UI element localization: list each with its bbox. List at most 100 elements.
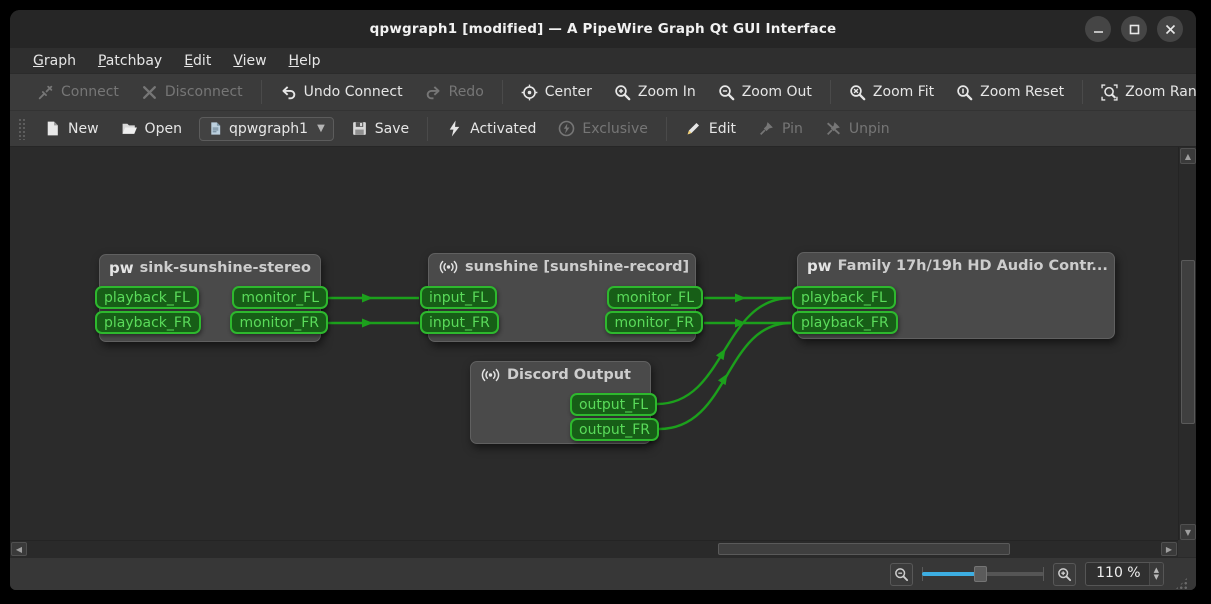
zoom-slider-handle[interactable]	[974, 566, 987, 582]
zoom-in-icon	[1057, 567, 1072, 582]
edit-toggle[interactable]: Edit	[676, 115, 745, 142]
zoom-reset-icon	[956, 84, 973, 101]
undo-icon	[280, 84, 297, 101]
zoom-out-small-button[interactable]	[890, 563, 913, 586]
toolbar-separator	[427, 117, 428, 141]
redo-icon	[425, 84, 442, 101]
horizontal-scroll-thumb[interactable]	[718, 543, 1010, 555]
port-sink-monitor-fl[interactable]: monitor_FL	[232, 286, 328, 309]
menu-edit[interactable]: Edit	[173, 51, 222, 71]
minimize-button[interactable]	[1085, 16, 1111, 42]
patchbay-select[interactable]: qpwgraph1 ▼	[199, 117, 334, 141]
zoom-in-small-button[interactable]	[1053, 563, 1076, 586]
zoom-range-icon	[1101, 84, 1118, 101]
activated-toggle[interactable]: Activated	[437, 115, 545, 142]
zoom-in-icon	[614, 84, 631, 101]
port-sunshine-monitor-fl[interactable]: monitor_FL	[607, 286, 703, 309]
toolbar-drag-handle[interactable]	[18, 118, 25, 140]
zoom-slider[interactable]	[922, 564, 1044, 584]
connect-icon	[37, 84, 54, 101]
save-icon	[351, 120, 368, 137]
menu-patchbay[interactable]: Patchbay	[87, 51, 173, 71]
maximize-icon	[1129, 24, 1140, 35]
resize-grip[interactable]	[1175, 577, 1188, 590]
scroll-up-button[interactable]: ▲	[1180, 148, 1196, 164]
menu-help[interactable]: Help	[278, 51, 332, 71]
new-button[interactable]: New	[35, 115, 108, 142]
activated-bolt-icon	[446, 120, 463, 137]
save-button[interactable]: Save	[342, 115, 418, 142]
port-sunshine-input-fr[interactable]: input_FR	[420, 311, 499, 334]
zoom-out-button[interactable]: Zoom Out	[709, 79, 821, 106]
pin-button[interactable]: Pin	[749, 115, 812, 142]
toolbar-separator	[1082, 80, 1083, 104]
scroll-left-button[interactable]: ◀	[11, 542, 27, 556]
window-title: qpwgraph1 [modified] — A PipeWire Graph …	[370, 21, 837, 37]
zoom-fit-button[interactable]: Zoom Fit	[840, 79, 943, 106]
zoom-out-icon	[718, 84, 735, 101]
toolbar-patchbay: New Open qpwgraph1 ▼ Save Activated Excl…	[10, 110, 1196, 146]
chevron-down-icon: ▼	[317, 123, 325, 134]
zoom-range-button[interactable]: Zoom Range	[1092, 79, 1196, 106]
spin-down-icon[interactable]: ▼	[1154, 574, 1159, 581]
scroll-down-button[interactable]: ▼	[1180, 524, 1196, 540]
port-sink-playback-fl[interactable]: playback_FL	[95, 286, 199, 309]
new-file-icon	[44, 120, 61, 137]
menu-bar: Graph Patchbay Edit View Help	[10, 48, 1196, 73]
node-title: sink-sunshine-stereo	[140, 260, 311, 276]
port-sink-monitor-fr[interactable]: monitor_FR	[230, 311, 328, 334]
toolbar-separator	[830, 80, 831, 104]
broadcast-icon	[480, 367, 501, 383]
connect-button[interactable]: Connect	[28, 79, 128, 106]
node-title: Discord Output	[507, 367, 631, 383]
close-icon	[1165, 24, 1176, 35]
menu-view[interactable]: View	[222, 51, 277, 71]
port-family-playback-fr[interactable]: playback_FR	[792, 311, 898, 334]
port-sink-playback-fr[interactable]: playback_FR	[95, 311, 201, 334]
disconnect-button[interactable]: Disconnect	[132, 79, 252, 106]
port-discord-output-fl[interactable]: output_FL	[570, 393, 657, 416]
zoom-slider-fill	[922, 572, 980, 576]
toolbar-main: Connect Disconnect Undo Connect Redo Cen…	[10, 73, 1196, 110]
port-sunshine-input-fl[interactable]: input_FL	[420, 286, 497, 309]
node-title: sunshine [sunshine-record]	[465, 259, 689, 275]
redo-button[interactable]: Redo	[416, 79, 493, 106]
exclusive-bolt-icon	[558, 120, 575, 137]
open-button[interactable]: Open	[112, 115, 191, 142]
broadcast-icon	[438, 259, 459, 275]
toolbar-separator	[261, 80, 262, 104]
pipewire-icon: pw	[807, 259, 832, 274]
unpin-icon	[825, 120, 842, 137]
menu-graph[interactable]: Graph	[22, 51, 87, 71]
disconnect-icon	[141, 84, 158, 101]
unpin-button[interactable]: Unpin	[816, 115, 899, 142]
close-button[interactable]	[1157, 16, 1183, 42]
maximize-button[interactable]	[1121, 16, 1147, 42]
horizontal-scrollbar[interactable]: ◀ ▶	[10, 540, 1178, 557]
toolbar-separator	[666, 117, 667, 141]
graph-canvas[interactable]: pw sink-sunshine-stereo sunshine [sunshi…	[10, 146, 1196, 557]
zoom-out-icon	[894, 567, 909, 582]
port-family-playback-fl[interactable]: playback_FL	[792, 286, 896, 309]
toolbar-separator	[502, 80, 503, 104]
app-window: qpwgraph1 [modified] — A PipeWire Graph …	[10, 10, 1196, 590]
title-bar: qpwgraph1 [modified] — A PipeWire Graph …	[10, 10, 1196, 48]
port-sunshine-monitor-fr[interactable]: monitor_FR	[605, 311, 703, 334]
patchbay-file-icon	[208, 121, 223, 136]
edit-pencil-icon	[685, 120, 702, 137]
vertical-scroll-thumb[interactable]	[1181, 260, 1195, 424]
port-discord-output-fr[interactable]: output_FR	[570, 418, 659, 441]
spin-arrows[interactable]: ▲ ▼	[1149, 563, 1163, 585]
exclusive-toggle[interactable]: Exclusive	[549, 115, 656, 142]
zoom-percent-spinbox[interactable]: 110 % ▲ ▼	[1085, 562, 1164, 586]
scroll-right-button[interactable]: ▶	[1161, 542, 1177, 556]
vertical-scrollbar[interactable]: ▲ ▼	[1178, 147, 1196, 541]
graph-viewport[interactable]: pw sink-sunshine-stereo sunshine [sunshi…	[10, 147, 1178, 541]
undo-connect-button[interactable]: Undo Connect	[271, 79, 412, 106]
center-button[interactable]: Center	[512, 79, 601, 106]
patchbay-select-value: qpwgraph1	[229, 121, 308, 137]
center-icon	[521, 84, 538, 101]
zoom-in-button[interactable]: Zoom In	[605, 79, 705, 106]
zoom-fit-icon	[849, 84, 866, 101]
zoom-reset-button[interactable]: Zoom Reset	[947, 79, 1073, 106]
